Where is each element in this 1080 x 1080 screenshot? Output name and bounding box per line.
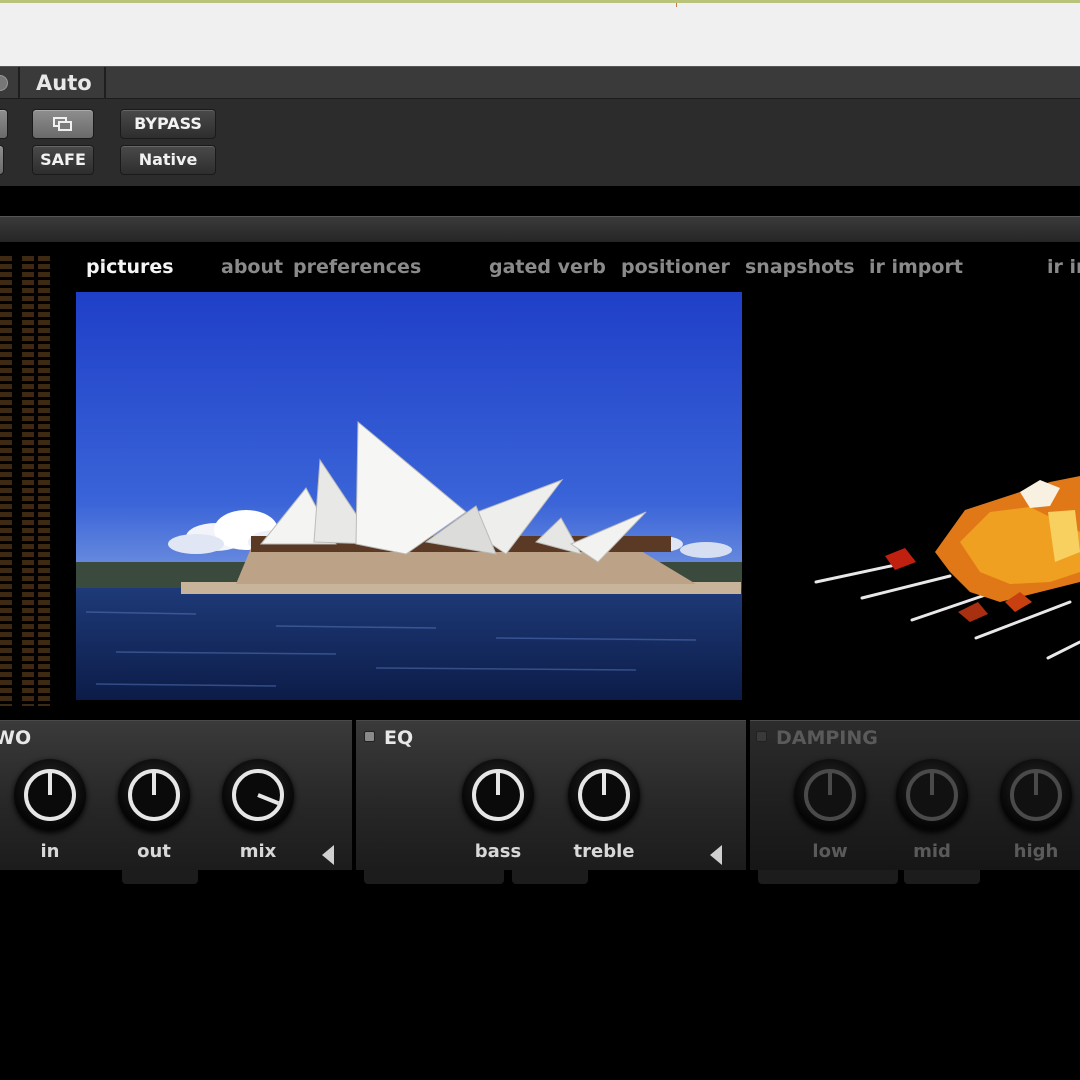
bypass-button[interactable]: BYPASS [120, 109, 216, 139]
native-button[interactable]: Native [120, 145, 216, 175]
compare-button[interactable] [32, 109, 94, 139]
nav-snapshots[interactable]: snapshots [745, 256, 855, 278]
window-compare-icon [53, 117, 73, 131]
nav-preferences[interactable]: preferences [293, 256, 421, 278]
opera-house-photo[interactable] [76, 292, 742, 700]
left-edge-button[interactable] [0, 109, 8, 139]
nav-pictures[interactable]: pictures [86, 256, 174, 278]
treble-knob-pointer [602, 773, 606, 795]
in-knob-label: in [40, 841, 60, 862]
high-knob[interactable] [1000, 759, 1072, 831]
host-marker [676, 3, 677, 7]
io-section: WO in out mix [0, 720, 352, 870]
safe-button[interactable]: SAFE [32, 145, 94, 175]
nav-ir-import[interactable]: ir import [869, 256, 963, 278]
plugin-title-strip [0, 216, 1080, 242]
damping-section: DAMPING low mid high [750, 720, 1080, 870]
high-knob-label: high [1013, 841, 1059, 862]
out-knob-pointer [152, 773, 156, 795]
nav-positioner[interactable]: positioner [621, 256, 730, 278]
treble-knob-label: treble [573, 841, 635, 862]
damping-tab-nub-left [758, 870, 898, 884]
low-knob[interactable] [794, 759, 866, 831]
low-knob-label: low [812, 841, 848, 862]
plugin-main: pictures about preferences gated verb po… [0, 242, 1080, 720]
level-meters [0, 256, 60, 706]
automation-label[interactable]: Auto [36, 71, 92, 95]
nav-ir-in[interactable]: ir in [1047, 256, 1080, 278]
bass-knob-label: bass [474, 841, 522, 862]
damping-tab-nub-mid [904, 870, 980, 884]
nav-about[interactable]: about [221, 256, 283, 278]
mid-knob[interactable] [896, 759, 968, 831]
io-section-title: WO [0, 727, 32, 749]
menu-circle-icon[interactable] [0, 75, 8, 91]
io-collapse-arrow-icon[interactable] [322, 845, 334, 865]
meter-left-2 [22, 256, 34, 706]
high-knob-pointer [1034, 773, 1038, 795]
control-bar: WO in out mix EQ bass treble DAMPING low… [0, 720, 1080, 884]
header-tab-row: Auto [0, 67, 1080, 99]
mix-knob-label: mix [239, 841, 277, 862]
meter-left-3 [38, 256, 50, 706]
out-knob-label: out [137, 841, 171, 862]
in-knob-pointer [48, 773, 52, 795]
eq-tab-nub-left [364, 870, 504, 884]
tab-divider [104, 67, 106, 99]
damping-section-title: DAMPING [776, 727, 878, 749]
nav-gated-verb[interactable]: gated verb [489, 256, 606, 278]
bass-knob-pointer [496, 773, 500, 795]
header-gap [0, 186, 1080, 216]
treble-knob[interactable] [568, 759, 640, 831]
io-tab-nub [122, 870, 198, 884]
damping-enable-led[interactable] [756, 731, 767, 742]
in-knob[interactable] [14, 759, 86, 831]
eq-section-title: EQ [384, 727, 414, 749]
mid-knob-pointer [930, 773, 934, 795]
eq-collapse-arrow-icon[interactable] [710, 845, 722, 865]
host-window-strip [0, 0, 1080, 66]
bass-knob[interactable] [462, 759, 534, 831]
out-knob[interactable] [118, 759, 190, 831]
eq-enable-led[interactable] [364, 731, 375, 742]
low-knob-pointer [828, 773, 832, 795]
meter-left-1 [0, 256, 12, 706]
plugin-header: Auto SAFE BYPASS Native [0, 66, 1080, 186]
eq-tab-nub-mid [512, 870, 588, 884]
impulse-response-visualization [800, 452, 1080, 672]
left-edge-button-2[interactable] [0, 145, 4, 175]
mix-knob[interactable] [222, 759, 294, 831]
tab-divider [18, 67, 20, 99]
mid-knob-label: mid [913, 841, 951, 862]
eq-section: EQ bass treble [356, 720, 746, 870]
